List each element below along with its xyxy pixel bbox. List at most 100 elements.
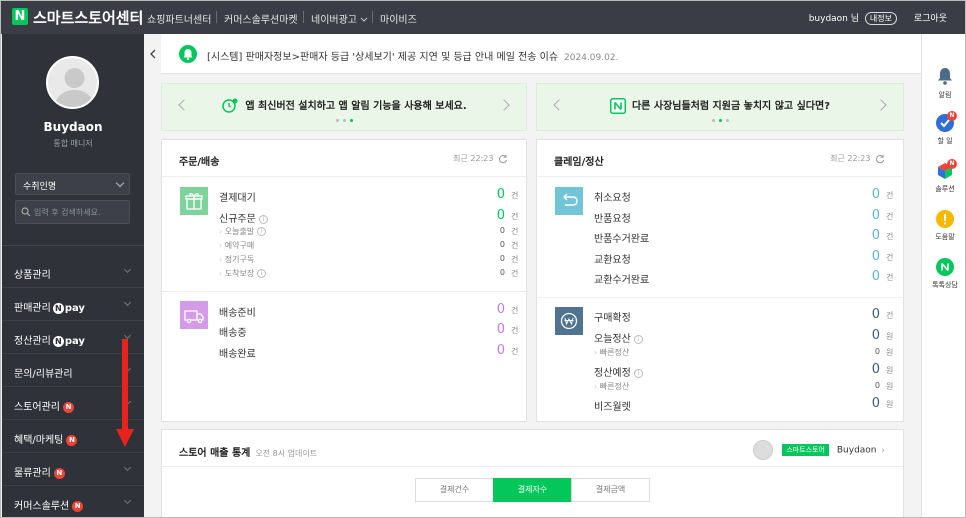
row-value[interactable]: 0	[864, 381, 880, 390]
info-icon[interactable]: i	[633, 368, 643, 378]
rail-notifications[interactable]: 알림	[922, 66, 965, 100]
divider	[162, 291, 526, 292]
topnav-mybiz[interactable]: 마이비즈	[380, 11, 417, 26]
notice-bar[interactable]: [시스템] 판매자정보>판매자 등급 '상세보기' 제공 지연 및 등급 안내 …	[161, 34, 921, 74]
row-label: 취소요청	[594, 193, 631, 204]
row-value[interactable]: 0	[489, 322, 505, 337]
search-input[interactable]	[34, 205, 126, 220]
info-icon[interactable]: i	[257, 269, 267, 278]
claim-row-cancel-request[interactable]: 취소요청 0 건	[594, 187, 893, 204]
sidebar-item-commerce-solution[interactable]: 커머스솔루션 N	[2, 487, 144, 517]
settle-row-purchase-confirmed[interactable]: 구매확정 0 건	[594, 307, 893, 324]
info-icon[interactable]: i	[258, 214, 268, 224]
row-value[interactable]: 0	[489, 254, 505, 263]
rail-label: 할 일	[937, 137, 953, 145]
refresh-icon[interactable]	[875, 154, 885, 164]
settle-row-bizwallet[interactable]: 비즈월렛 0 원	[594, 396, 893, 413]
user-name[interactable]: buydaon 님	[809, 14, 859, 24]
row-value[interactable]: 0	[864, 249, 880, 264]
rail-solutions[interactable]: N 솔루션	[922, 159, 965, 194]
dot[interactable]	[342, 119, 346, 122]
delivery-truck-icon	[180, 301, 208, 329]
refresh-time[interactable]: 최근 22:23	[453, 153, 508, 164]
divider	[372, 11, 373, 23]
orders-card: 주문/배송 최근 22:23 결제대기 0 건 신규주문 i 0 건 › 오늘출발 i 0 건 …	[161, 139, 527, 422]
claim-row-exchange-request[interactable]: 교환요청 0 건	[594, 249, 893, 266]
topnav-commerce-solution[interactable]: 커머스솔루션마켓	[224, 11, 298, 26]
settle-subrow-fast-today[interactable]: › 빠른정산 0 원	[594, 347, 893, 358]
row-value[interactable]: 0	[864, 228, 880, 243]
row-unit: 건	[511, 227, 519, 236]
dot-active[interactable]	[349, 119, 353, 122]
row-value[interactable]: 0	[864, 328, 880, 343]
rail-talktalk[interactable]: 톡톡상담	[922, 258, 965, 290]
row-value[interactable]: 0	[864, 269, 880, 284]
search-type-select[interactable]: 수취인명	[15, 173, 130, 195]
banner-app-install[interactable]: 앱 최신버전 설치하고 앱 알림 기능을 사용해 보세요.	[161, 83, 527, 131]
dot[interactable]	[335, 119, 339, 122]
settle-row-scheduled[interactable]: 정산예정 i 0 원	[594, 362, 893, 379]
refresh-time-text: 최근 22:23	[830, 154, 871, 163]
row-value[interactable]: 0	[864, 307, 880, 322]
refresh-time[interactable]: 최근 22:23	[830, 153, 885, 164]
avatar[interactable]	[46, 56, 99, 109]
refresh-time-text: 최근 22:23	[453, 154, 494, 163]
npay-logo-icon: Npay	[52, 302, 85, 314]
banner-subsidy[interactable]: 다른 사장님들처럼 지원금 놓치지 않고 싶다면?	[536, 83, 904, 131]
order-subrow-reservation[interactable]: › 예약구매 0 건	[219, 240, 518, 251]
row-value[interactable]: 0	[489, 187, 505, 202]
order-row-new-order[interactable]: 신규주문 i 0 건	[219, 208, 518, 225]
row-unit: 건	[886, 273, 894, 282]
row-label: 배송완료	[219, 349, 256, 360]
row-unit: 건	[886, 212, 894, 221]
row-value[interactable]: 0	[864, 208, 880, 223]
delivery-row-preparing[interactable]: 배송준비 0 건	[219, 302, 518, 319]
info-icon[interactable]: i	[257, 227, 267, 236]
user-placeholder-icon	[54, 68, 95, 107]
delivery-row-delivered[interactable]: 배송완료 0 건	[219, 343, 518, 360]
naver-logo-icon[interactable]: N	[12, 8, 28, 25]
logout-button[interactable]: 로그아웃	[914, 11, 947, 24]
row-value[interactable]: 0	[489, 226, 505, 235]
row-value[interactable]: 0	[489, 240, 505, 249]
order-subrow-subscription[interactable]: › 정기구독 0 건	[219, 254, 518, 265]
sidebar-item-sales[interactable]: 판매관리 Npay	[2, 289, 144, 321]
rail-label: 도움말	[935, 233, 955, 241]
sidebar-item-logistics[interactable]: 물류관리 N	[2, 454, 144, 486]
topnav-shopping-partner[interactable]: 쇼핑파트너센터	[147, 11, 211, 26]
order-row-payment-waiting[interactable]: 결제대기 0 건	[219, 187, 518, 204]
dot[interactable]	[711, 119, 715, 122]
dot[interactable]	[725, 119, 729, 122]
row-value[interactable]: 0	[864, 187, 880, 202]
row-value[interactable]: 0	[489, 343, 505, 358]
sidebar-item-products[interactable]: 상품관리	[2, 256, 144, 288]
rail-help[interactable]: 도움말	[922, 210, 965, 242]
delivery-row-shipping[interactable]: 배송중 0 건	[219, 322, 518, 339]
claim-row-return-request[interactable]: 반품요청 0 건	[594, 208, 893, 225]
row-value[interactable]: 0	[489, 302, 505, 317]
row-value[interactable]: 0	[864, 347, 880, 356]
app-title[interactable]: 스마트스토어센터	[33, 7, 143, 28]
order-subrow-arrival-guarantee[interactable]: › 도착보장 i 0 건	[219, 268, 518, 279]
collapse-sidebar-icon[interactable]	[149, 49, 157, 59]
info-icon[interactable]: i	[633, 334, 643, 344]
dot-active[interactable]	[718, 119, 722, 122]
claim-row-exchange-collected[interactable]: 교환수거완료 0 건	[594, 269, 893, 286]
rail-todo[interactable]: N 할 일	[922, 111, 965, 146]
row-value[interactable]: 0	[864, 362, 880, 377]
claim-row-return-collected[interactable]: 반품수거완료 0 건	[594, 228, 893, 245]
tab-payment-amount[interactable]: 결제금액	[571, 478, 650, 502]
my-info-button[interactable]: 내정보	[864, 12, 897, 25]
settle-subrow-fast-scheduled[interactable]: › 빠른정산 0 원	[594, 381, 893, 392]
row-value[interactable]: 0	[489, 268, 505, 277]
store-selector[interactable]: 스마트스토어 Buydaon ›	[753, 440, 885, 460]
row-value[interactable]: 0	[489, 208, 505, 223]
divider	[162, 176, 526, 177]
settle-row-today[interactable]: 오늘정산 i 0 원	[594, 328, 893, 345]
tab-payment-count[interactable]: 결제건수	[415, 478, 494, 502]
order-subrow-today-departure[interactable]: › 오늘출발 i 0 건	[219, 226, 518, 237]
topnav-naver-ads[interactable]: 네이버광고	[311, 11, 368, 26]
row-value[interactable]: 0	[864, 396, 880, 411]
refresh-icon[interactable]	[498, 154, 508, 164]
tab-payer-count[interactable]: 결제자수	[493, 478, 572, 502]
